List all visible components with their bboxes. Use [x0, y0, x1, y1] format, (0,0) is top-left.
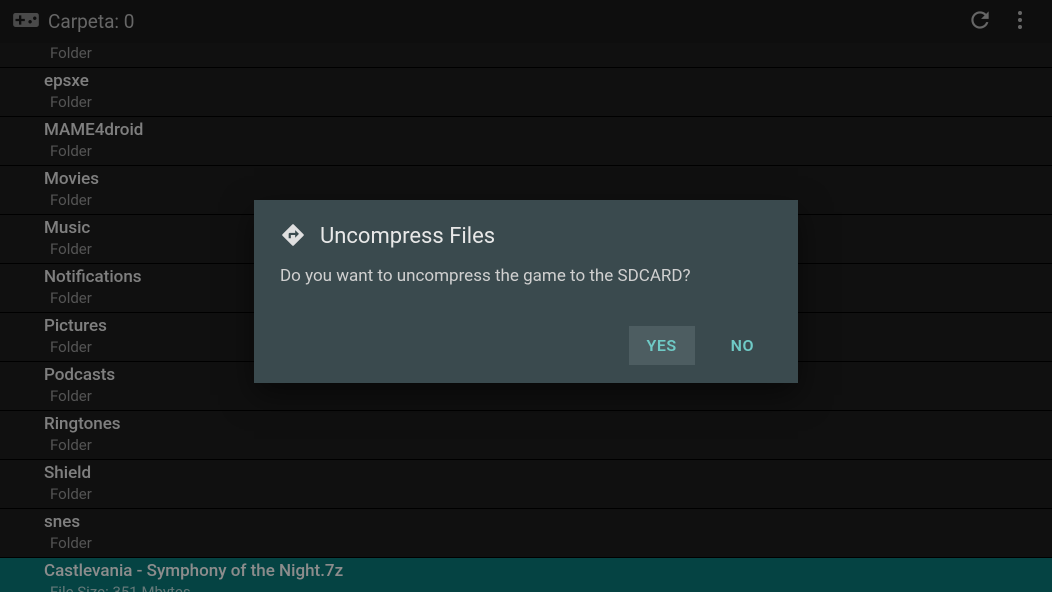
directions-icon — [280, 222, 306, 252]
yes-button[interactable]: YES — [629, 326, 695, 365]
uncompress-dialog: Uncompress Files Do you want to uncompre… — [254, 200, 798, 383]
dialog-overlay: Uncompress Files Do you want to uncompre… — [0, 0, 1052, 592]
dialog-actions: YES NO — [280, 326, 772, 365]
dialog-header: Uncompress Files — [280, 222, 772, 252]
no-button[interactable]: NO — [713, 326, 772, 365]
dialog-message: Do you want to uncompress the game to th… — [280, 264, 772, 288]
dialog-title: Uncompress Files — [320, 224, 495, 249]
